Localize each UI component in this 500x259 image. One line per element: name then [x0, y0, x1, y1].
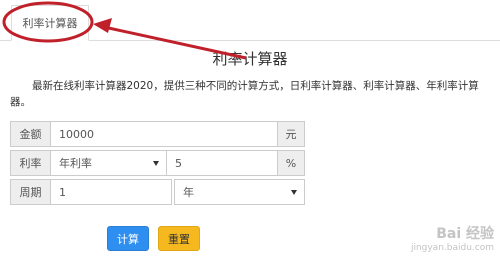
watermark-brand: Bai 经验: [436, 226, 494, 242]
watermark-site: jingyan.baidu.com: [410, 243, 494, 253]
highlight-circle: [2, 1, 94, 43]
watermark: Bai 经验 jingyan.baidu.com: [411, 223, 494, 253]
annotation-overlay: [2, 1, 247, 60]
arrow-head-icon: [93, 18, 112, 33]
arrow-shaft: [103, 25, 247, 60]
